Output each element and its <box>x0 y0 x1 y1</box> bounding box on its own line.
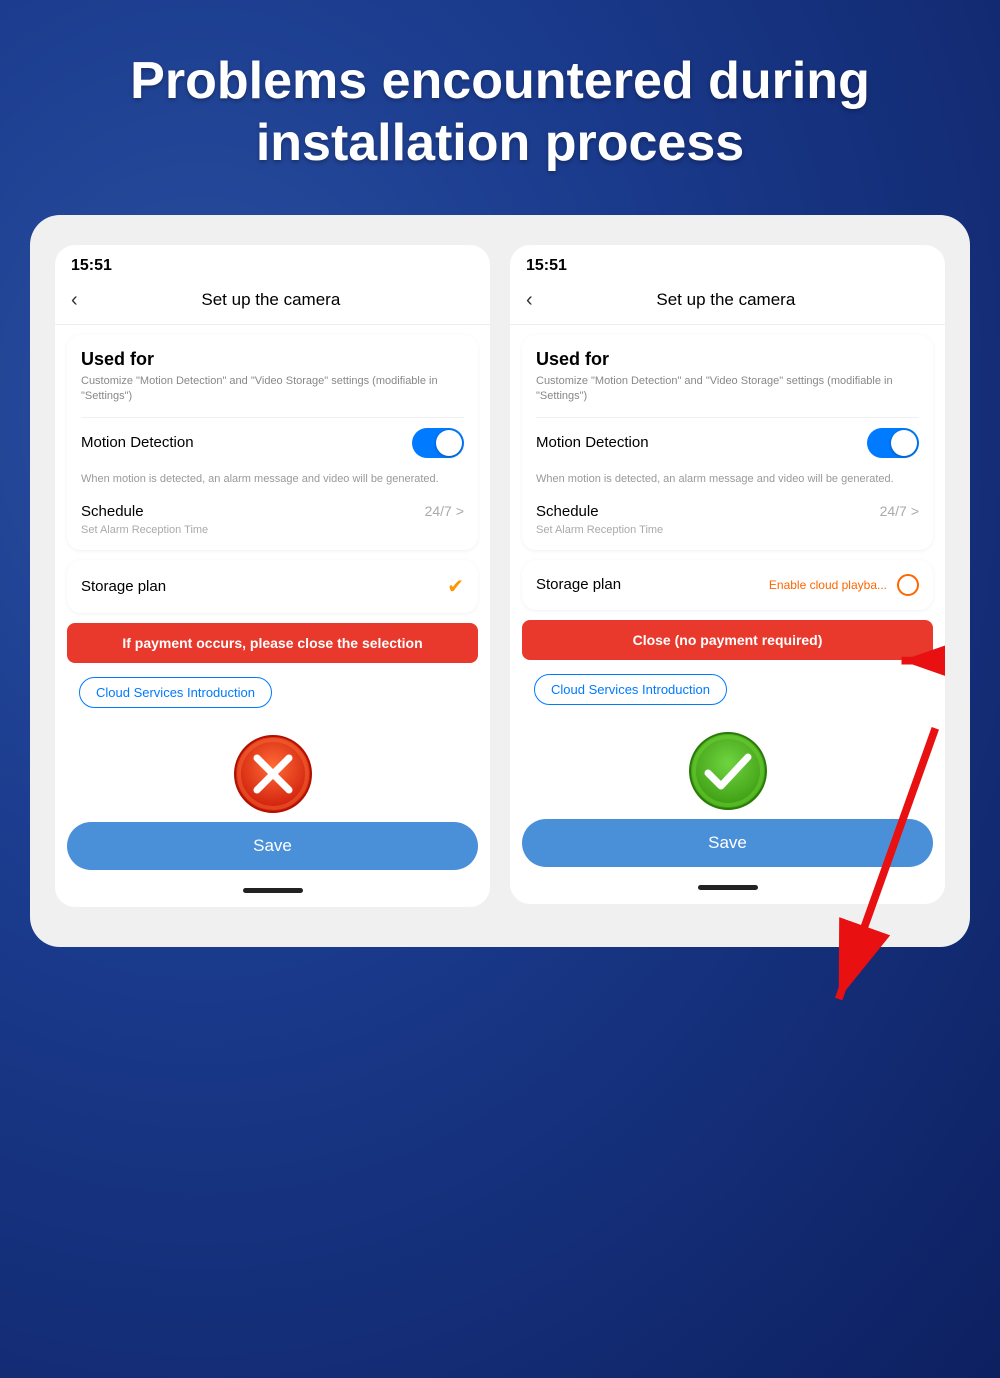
right-used-for-subtitle: Customize "Motion Detection" and "Video … <box>536 374 919 405</box>
left-home-indicator <box>243 888 303 893</box>
left-motion-detection-row: Motion Detection <box>81 417 464 468</box>
left-storage-section: Storage plan ✔ <box>67 560 478 613</box>
left-schedule-label: Schedule <box>81 503 144 520</box>
right-save-button[interactable]: Save <box>522 819 933 867</box>
left-storage-check-icon: ✔ <box>447 574 464 599</box>
right-enable-cloud-text: Enable cloud playba... <box>769 578 887 592</box>
left-icon-section <box>55 722 490 822</box>
page-header: Problems encountered during installation… <box>0 0 1000 215</box>
left-schedule-value: 24/7 > <box>425 503 464 519</box>
left-cloud-intro-wrapper: Cloud Services Introduction <box>55 671 490 722</box>
left-cloud-intro-button[interactable]: Cloud Services Introduction <box>79 677 272 708</box>
right-motion-desc: When motion is detected, an alarm messag… <box>536 468 919 495</box>
right-panel-wrapper: 15:51 ‹ Set up the camera Used for Custo… <box>510 245 945 907</box>
right-schedule-value: 24/7 > <box>880 503 919 519</box>
right-screen-title: Set up the camera <box>543 290 909 310</box>
left-phone-panel: 15:51 ‹ Set up the camera Used for Custo… <box>55 245 490 907</box>
left-motion-toggle[interactable] <box>412 428 464 458</box>
right-storage-controls: Enable cloud playba... <box>769 574 919 596</box>
right-phone-panel: 15:51 ‹ Set up the camera Used for Custo… <box>510 245 945 904</box>
left-used-for-card: Used for Customize "Motion Detection" an… <box>67 335 478 550</box>
right-home-indicator <box>698 885 758 890</box>
right-motion-toggle[interactable] <box>867 428 919 458</box>
left-storage-label: Storage plan <box>81 578 166 595</box>
right-success-icon <box>688 731 768 811</box>
right-cloud-intro-wrapper: Cloud Services Introduction <box>510 668 945 719</box>
left-storage-row: Storage plan ✔ <box>81 574 464 599</box>
right-icon-section <box>510 719 945 819</box>
right-storage-section: Storage plan Enable cloud playba... <box>522 560 933 610</box>
right-motion-label: Motion Detection <box>536 434 649 451</box>
main-card: 15:51 ‹ Set up the camera Used for Custo… <box>30 215 970 947</box>
right-storage-circle[interactable] <box>897 574 919 596</box>
right-back-button[interactable]: ‹ <box>526 289 533 312</box>
right-motion-detection-row: Motion Detection <box>536 417 919 468</box>
left-screen-title: Set up the camera <box>88 290 454 310</box>
right-schedule-label: Schedule <box>536 503 599 520</box>
right-schedule-row[interactable]: Schedule 24/7 > <box>536 495 919 522</box>
left-error-icon <box>233 734 313 814</box>
right-used-for-card: Used for Customize "Motion Detection" an… <box>522 335 933 550</box>
right-nav-header: ‹ Set up the camera <box>510 281 945 325</box>
right-used-for-title: Used for <box>536 349 919 370</box>
left-used-for-title: Used for <box>81 349 464 370</box>
right-storage-row: Storage plan Enable cloud playba... <box>536 574 919 596</box>
right-status-bar: 15:51 <box>510 245 945 281</box>
right-schedule-desc: Set Alarm Reception Time <box>536 522 919 536</box>
left-motion-label: Motion Detection <box>81 434 194 451</box>
left-toggle-knob <box>436 430 462 456</box>
left-schedule-desc: Set Alarm Reception Time <box>81 522 464 536</box>
left-schedule-row[interactable]: Schedule 24/7 > <box>81 495 464 522</box>
left-motion-desc: When motion is detected, an alarm messag… <box>81 468 464 495</box>
right-storage-label: Storage plan <box>536 576 621 593</box>
right-cloud-intro-button[interactable]: Cloud Services Introduction <box>534 674 727 705</box>
right-close-button[interactable]: Close (no payment required) <box>522 620 933 660</box>
left-save-button[interactable]: Save <box>67 822 478 870</box>
page-title: Problems encountered during installation… <box>80 50 920 175</box>
right-toggle-knob <box>891 430 917 456</box>
left-back-button[interactable]: ‹ <box>71 289 78 312</box>
left-status-bar: 15:51 <box>55 245 490 281</box>
left-nav-header: ‹ Set up the camera <box>55 281 490 325</box>
left-used-for-subtitle: Customize "Motion Detection" and "Video … <box>81 374 464 405</box>
left-warning-button[interactable]: If payment occurs, please close the sele… <box>67 623 478 663</box>
